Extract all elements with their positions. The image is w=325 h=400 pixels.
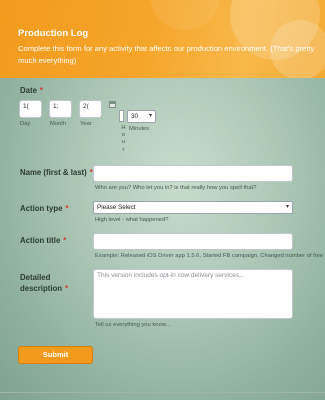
calendar-icon[interactable]	[109, 101, 116, 108]
action-type-label-text: Action type	[20, 204, 63, 213]
description-label-line: description	[20, 284, 63, 293]
date-label: Date *	[20, 86, 43, 95]
description-label: Detailed description *	[20, 272, 68, 294]
date-label-text: Date	[20, 86, 37, 95]
day-caption: Day	[20, 121, 31, 127]
name-hint: Who are you? Who let you in? is that rea…	[95, 185, 257, 191]
action-type-select[interactable]: Please Select ▾	[93, 201, 293, 214]
action-title-label: Action title *	[20, 236, 66, 245]
chevron-down-icon: ▾	[285, 204, 289, 210]
name-label-text: Name (first & last)	[20, 168, 87, 177]
form-description: Complete this form for any activity that…	[18, 44, 315, 65]
form-title: Production Log	[18, 28, 89, 39]
action-title-hint: Example: Released iOS Driver app 1.5.6, …	[95, 253, 325, 259]
minutes-select-value: 30	[131, 113, 139, 120]
hour-caption-letter: r	[122, 146, 125, 153]
minutes-select[interactable]: 30 ▾	[127, 110, 156, 123]
month-input[interactable]: 1;	[49, 100, 72, 118]
action-type-selected-value: Please Select	[97, 204, 136, 211]
divider	[0, 392, 325, 393]
year-input[interactable]: 2(	[79, 100, 102, 118]
action-title-label-text: Action title	[20, 236, 61, 245]
submit-button[interactable]: Submit	[18, 346, 93, 364]
month-caption: Month	[50, 121, 67, 127]
day-input[interactable]: 1(	[19, 100, 42, 118]
description-label-line: Detailed	[20, 273, 51, 282]
hour-caption-letter: u	[121, 139, 126, 146]
action-type-hint: High level - what happened?	[95, 217, 169, 223]
name-label: Name (first & last) *	[20, 168, 93, 177]
chevron-down-icon: ▾	[148, 113, 152, 119]
description-placeholder: This version includes opt-in cow deliver…	[97, 272, 245, 279]
required-marker: *	[65, 204, 69, 213]
name-input[interactable]	[93, 165, 293, 182]
action-title-input[interactable]	[93, 233, 293, 250]
required-marker: *	[39, 86, 43, 95]
action-type-label: Action type *	[20, 204, 69, 213]
description-textarea[interactable]: This version includes opt-in cow deliver…	[93, 269, 293, 319]
minutes-caption: Minutes	[129, 126, 150, 132]
description-hint: Tell us everything you know...	[95, 322, 171, 328]
hour-caption-letter: o	[121, 132, 126, 139]
required-marker: *	[65, 284, 69, 293]
hour-caption-letter: H	[121, 125, 126, 131]
required-marker: *	[63, 236, 67, 245]
form-header: Production Log Complete this form for an…	[0, 0, 325, 78]
hour-caption: H o u r	[121, 125, 126, 154]
header-decoration	[150, 0, 220, 30]
year-caption: Year	[80, 121, 92, 127]
hour-select[interactable]	[119, 110, 124, 122]
